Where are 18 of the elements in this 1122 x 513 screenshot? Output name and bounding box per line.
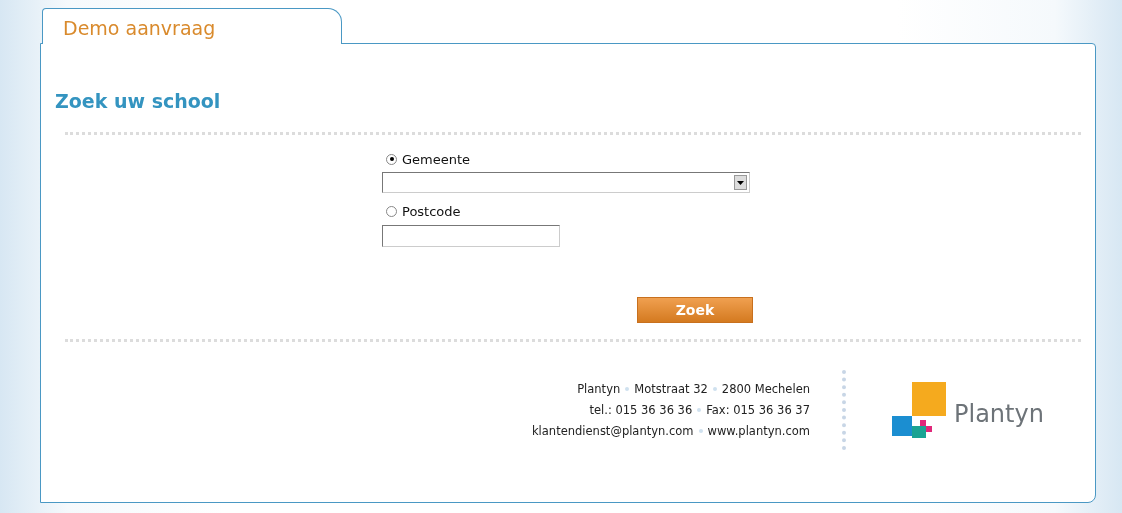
radio-label: Gemeente: [402, 151, 471, 167]
footer-link[interactable]: klantendienst@plantyn.com: [531, 424, 694, 438]
logo-icon: [892, 382, 946, 438]
logo-text: Plantyn: [954, 400, 1044, 428]
dropdown-field[interactable]: [382, 172, 750, 193]
separator-dot-icon: [698, 429, 703, 433]
footer-link[interactable]: www.plantyn.com: [707, 424, 810, 438]
separator-dot-icon: [625, 387, 630, 391]
page-heading: Zoek uw school: [55, 90, 222, 112]
separator-dot-icon: [712, 387, 717, 391]
separator-dot-icon: [697, 408, 702, 412]
footer-text: Fax: 015 36 36 37: [706, 403, 810, 417]
footer-text: 2800 Mechelen: [721, 382, 810, 396]
footer-text: tel.: 015 36 36 36: [589, 403, 693, 417]
footer-text: Plantyn: [577, 382, 621, 396]
footer-text: Motstraat 32: [634, 382, 708, 396]
postcode-field[interactable]: [382, 225, 560, 247]
radio-label: Postcode: [402, 203, 461, 219]
